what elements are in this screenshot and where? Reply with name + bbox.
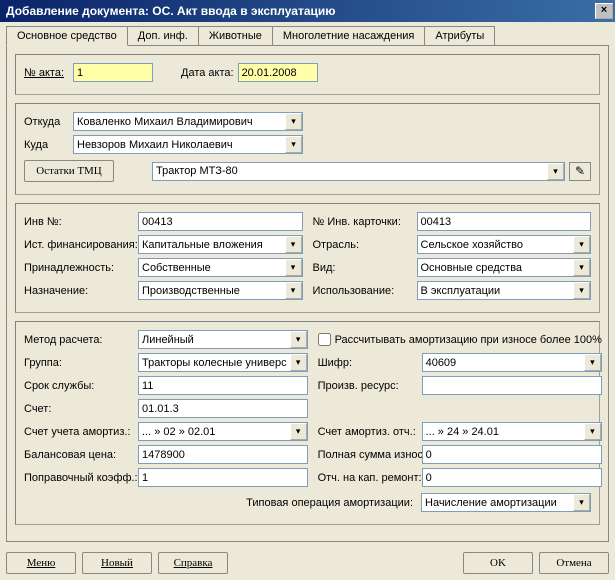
code-select[interactable]: 40609 ▾ — [422, 353, 602, 372]
ok-button[interactable]: OK — [463, 552, 533, 574]
chevron-down-icon[interactable]: ▾ — [573, 494, 590, 511]
tab-main[interactable]: Основное средство — [6, 26, 128, 46]
label-purpose: Назначение: — [24, 285, 134, 297]
help-button[interactable]: Справка — [158, 552, 228, 574]
chevron-down-icon[interactable]: ▾ — [285, 259, 302, 276]
label-coeff: Поправочный коэфф.: — [24, 472, 134, 484]
life-input[interactable] — [138, 376, 308, 395]
branch-select[interactable]: Сельское хозяйство ▾ — [417, 235, 592, 254]
group-calc: Метод расчета: Линейный ▾ Группа: Тракто… — [15, 321, 600, 525]
chevron-down-icon[interactable]: ▾ — [290, 331, 307, 348]
label-card-no: № Инв. карточки: — [313, 216, 413, 228]
label-fin-src: Ист. финансирования: — [24, 239, 134, 251]
kind-select[interactable]: Основные средства ▾ — [417, 258, 592, 277]
group-select[interactable]: Тракторы колесные универс ▾ — [138, 353, 308, 372]
chevron-down-icon[interactable]: ▾ — [573, 282, 590, 299]
inv-no-input[interactable] — [138, 212, 303, 231]
coeff-input[interactable] — [138, 468, 308, 487]
typ-op-select[interactable]: Начисление амортизации ▾ — [421, 493, 591, 512]
menu-button[interactable]: Меню — [6, 552, 76, 574]
label-group: Группа: — [24, 357, 134, 369]
label-inv-no: Инв №: — [24, 216, 134, 228]
label-life: Срок службы: — [24, 380, 134, 392]
label-act-date: Дата акта: — [181, 67, 234, 79]
label-cap-repair: Отч. на кап. ремонт: — [318, 472, 418, 484]
purpose-select[interactable]: Производственные ▾ — [138, 281, 303, 300]
from-select[interactable]: Коваленко Михаил Владимирович ▾ — [73, 112, 303, 131]
tab-panel: № акта: Дата акта: Откуда Коваленко Миха… — [6, 45, 609, 542]
from-value: Коваленко Михаил Владимирович — [74, 115, 285, 129]
new-button[interactable]: Новый — [82, 552, 152, 574]
tmc-select[interactable]: Трактор МТЗ-80 ▾ — [152, 162, 565, 181]
act-number-input[interactable] — [73, 63, 153, 82]
chevron-down-icon[interactable]: ▾ — [584, 423, 601, 440]
act-date-input[interactable] — [238, 63, 318, 82]
tab-animals[interactable]: Животные — [198, 26, 273, 46]
chevron-down-icon[interactable]: ▾ — [290, 423, 307, 440]
amort-acc-select[interactable]: ... » 02 » 02.01 ▾ — [138, 422, 308, 441]
fin-src-select[interactable]: Капитальные вложения ▾ — [138, 235, 303, 254]
card-no-input[interactable] — [417, 212, 592, 231]
cap-repair-input[interactable] — [422, 468, 602, 487]
chevron-down-icon[interactable]: ▾ — [573, 259, 590, 276]
label-code: Шифр: — [318, 357, 418, 369]
chevron-down-icon[interactable]: ▾ — [290, 354, 307, 371]
chevron-down-icon[interactable]: ▾ — [547, 163, 564, 180]
titlebar: Добавление документа: ОС. Акт ввода в эк… — [0, 0, 615, 22]
label-account: Счет: — [24, 403, 134, 415]
tmc-value: Трактор МТЗ-80 — [153, 164, 547, 178]
close-icon[interactable]: × — [595, 3, 613, 19]
cancel-button[interactable]: Отмена — [539, 552, 609, 574]
label-from: Откуда — [24, 116, 69, 128]
to-value: Невзоров Михаил Николаевич — [74, 138, 285, 152]
tab-extra[interactable]: Доп. инф. — [127, 26, 199, 46]
wear-sum-input[interactable] — [422, 445, 602, 464]
footer: Меню Новый Справка OK Отмена — [0, 546, 615, 580]
method-select[interactable]: Линейный ▾ — [138, 330, 308, 349]
tab-attrs[interactable]: Атрибуты — [424, 26, 495, 46]
account-input[interactable] — [138, 399, 308, 418]
to-select[interactable]: Невзоров Михаил Николаевич ▾ — [73, 135, 303, 154]
chevron-down-icon[interactable]: ▾ — [285, 282, 302, 299]
chevron-down-icon[interactable]: ▾ — [285, 113, 302, 130]
label-calc-over-100: Рассчитывать амортизацию при износе боле… — [335, 334, 602, 346]
usage-select[interactable]: В эксплуатации ▾ — [417, 281, 592, 300]
chevron-down-icon[interactable]: ▾ — [285, 136, 302, 153]
label-resource: Произв. ресурс: — [318, 380, 418, 392]
belong-select[interactable]: Собственные ▾ — [138, 258, 303, 277]
label-usage: Использование: — [313, 285, 413, 297]
label-kind: Вид: — [313, 262, 413, 274]
chevron-down-icon[interactable]: ▾ — [584, 354, 601, 371]
label-act-number: № акта: — [24, 67, 69, 79]
label-belong: Принадлежность: — [24, 262, 134, 274]
tmc-button[interactable]: Остатки ТМЦ — [24, 160, 114, 182]
group-act: № акта: Дата акта: — [15, 54, 600, 95]
edit-pencil-icon[interactable]: ✎ — [569, 162, 591, 181]
balance-input[interactable] — [138, 445, 308, 464]
label-typ-op: Типовая операция амортизации: — [246, 497, 413, 509]
calc-over-100-checkbox[interactable] — [318, 333, 331, 346]
label-branch: Отрасль: — [313, 239, 413, 251]
label-amort-acc: Счет учета амортиз.: — [24, 426, 134, 438]
chevron-down-icon[interactable]: ▾ — [573, 236, 590, 253]
window-title: Добавление документа: ОС. Акт ввода в эк… — [6, 4, 595, 18]
label-wear-sum: Полная сумма износа: — [318, 449, 418, 461]
label-balance: Балансовая цена: — [24, 449, 134, 461]
tab-bar: Основное средство Доп. инф. Животные Мно… — [6, 26, 609, 46]
resource-input[interactable] — [422, 376, 602, 395]
group-inv: Инв №: Ист. финансирования: Капитальные … — [15, 203, 600, 313]
label-to: Куда — [24, 139, 69, 151]
amort-acc2-select[interactable]: ... » 24 » 24.01 ▾ — [422, 422, 602, 441]
group-from-to: Откуда Коваленко Михаил Владимирович ▾ К… — [15, 103, 600, 195]
tab-plants[interactable]: Многолетние насаждения — [272, 26, 425, 46]
label-method: Метод расчета: — [24, 334, 134, 346]
chevron-down-icon[interactable]: ▾ — [285, 236, 302, 253]
label-amort-acc2: Счет амортиз. отч.: — [318, 426, 418, 438]
